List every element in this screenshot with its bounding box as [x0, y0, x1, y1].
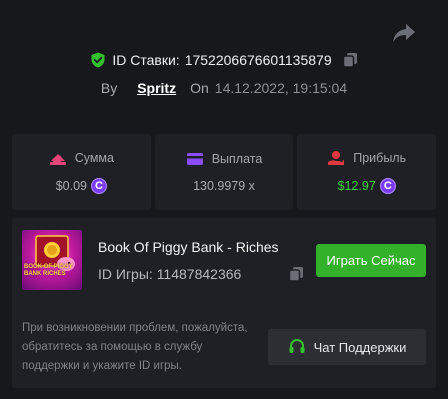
wallet-icon [49, 154, 66, 165]
stat-payout: Выплата 130.9979 x [154, 134, 294, 210]
bet-datetime: 14.12.2022, 19:15:04 [214, 80, 348, 96]
stat-payout-value: 130.9979 x [193, 179, 255, 193]
stat-profit: Прибыль $12.97 C [297, 134, 437, 210]
game-thumbnail[interactable]: BOOK OF PIGGY BANK RICHES [22, 230, 82, 290]
bet-author-row: By Spritz On 14.12.2022, 19:15:04 [0, 80, 448, 96]
stat-amount: Сумма $0.09 C [12, 134, 151, 210]
card-icon [186, 153, 203, 165]
game-title: Book Of Piggy Bank - Riches [98, 239, 279, 255]
stat-amount-label: Сумма [74, 151, 114, 165]
bet-id-row: ID Ставки: 1752206676601135879 [0, 52, 448, 68]
copy-bet-id-icon[interactable] [342, 52, 358, 68]
by-label: By [100, 80, 118, 96]
support-chat-button[interactable]: Чат Поддержки [268, 329, 426, 365]
coin-icon: C [90, 178, 107, 194]
headset-icon [289, 339, 305, 353]
stat-profit-label: Прибыль [353, 151, 407, 165]
game-id: ID Игры: 11487842366 [98, 266, 241, 282]
stat-payout-label: Выплата [211, 152, 263, 166]
bet-stats: Сумма $0.09 C Выплата 130.9979 x Прибыль… [12, 134, 437, 210]
username-link[interactable]: Spritz [137, 80, 176, 96]
shield-check-icon [91, 52, 105, 68]
coin-icon: C [379, 178, 396, 194]
copy-game-id-icon[interactable] [288, 266, 304, 282]
share-icon[interactable] [392, 22, 416, 44]
play-now-button[interactable]: Играть Сейчас [316, 244, 426, 277]
support-help-text: При возникновении проблем, пожалуйста, о… [22, 322, 248, 372]
thumbnail-caption: BOOK OF PIGGY BANK RICHES [24, 264, 73, 277]
stat-profit-value: $12.97 [337, 179, 376, 193]
on-label: On [190, 80, 209, 96]
bet-details-panel: ID Ставки: 1752206676601135879 By Spritz… [0, 0, 448, 399]
profit-hand-icon [328, 151, 345, 165]
support-chat-label: Чат Поддержки [313, 339, 407, 355]
game-id-label: ID Игры: [98, 266, 153, 282]
book-icon [35, 235, 75, 271]
bet-id-value: 1752206676601135879 [184, 52, 332, 68]
game-id-value: 11487842366 [156, 266, 242, 282]
stat-amount-value: $0.09 [55, 179, 87, 193]
bet-id-label: ID Ставки: [112, 52, 180, 68]
game-card: BOOK OF PIGGY BANK RICHES Book Of Piggy … [12, 218, 436, 388]
